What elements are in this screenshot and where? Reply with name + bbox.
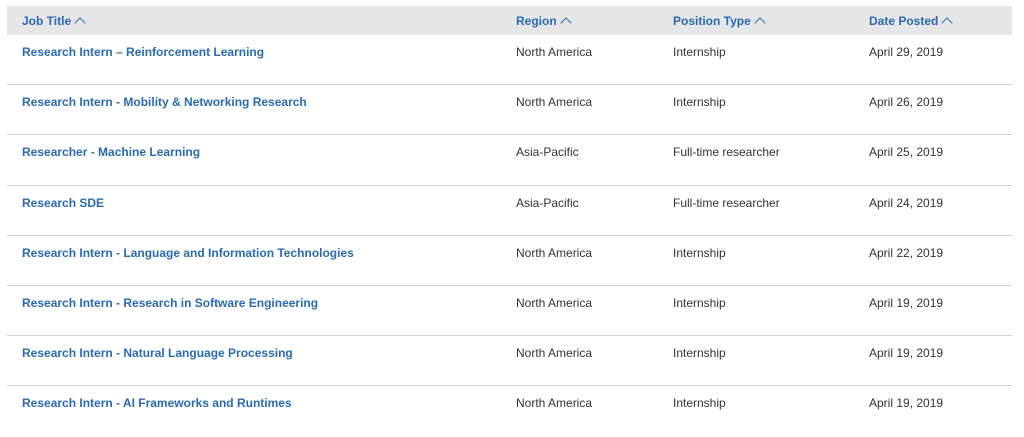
- table-row: Research Intern - Language and Informati…: [7, 236, 1012, 286]
- table-row: Research Intern - Natural Language Proce…: [7, 336, 1012, 387]
- job-title-link[interactable]: Research Intern - Natural Language Proce…: [22, 346, 293, 360]
- table-row: Researcher - Machine Learning Asia-Pacif…: [7, 135, 1012, 186]
- position-type-cell: Internship: [673, 295, 726, 310]
- job-title-link[interactable]: Research Intern - Mobility & Networking …: [22, 95, 307, 109]
- date-posted-cell: April 24, 2019: [869, 195, 944, 210]
- chevron-up-icon: [754, 16, 766, 29]
- region-cell: North America: [516, 396, 593, 411]
- region-cell: North America: [516, 95, 593, 110]
- position-type-cell: Internship: [673, 346, 726, 361]
- region-cell: North America: [516, 295, 593, 310]
- region-cell: Asia-Pacific: [516, 195, 579, 210]
- position-type-cell: Internship: [673, 45, 726, 59]
- position-type-cell: Internship: [673, 95, 726, 110]
- position-type-cell: Internship: [673, 396, 726, 411]
- sort-region-button[interactable]: Region: [516, 13, 572, 29]
- region-cell: North America: [516, 346, 593, 361]
- header-date-posted: Date Posted: [869, 13, 939, 28]
- header-region: Region: [516, 13, 557, 28]
- table-row: Research Intern - AI Frameworks and Runt…: [7, 386, 1012, 436]
- sort-job-title-button[interactable]: Job Title: [22, 13, 86, 29]
- job-title-link[interactable]: Research SDE: [22, 196, 104, 210]
- table-header: Job Title Region Position Type Date Post…: [7, 6, 1012, 35]
- position-type-cell: Full-time researcher: [673, 195, 780, 210]
- job-title-link[interactable]: Research Intern - Language and Informati…: [22, 246, 354, 260]
- job-title-link[interactable]: Research Intern – Reinforcement Learning: [22, 45, 264, 59]
- position-type-cell: Full-time researcher: [673, 145, 780, 160]
- table-row: Research Intern - Mobility & Networking …: [7, 85, 1012, 136]
- job-title-link[interactable]: Research Intern - Research in Software E…: [22, 296, 318, 310]
- date-posted-cell: April 19, 2019: [869, 346, 944, 361]
- region-cell: North America: [516, 245, 593, 260]
- table-row: Research Intern – Reinforcement Learning…: [7, 35, 1012, 86]
- table-row: Research SDE Asia-Pacific Full-time rese…: [7, 186, 1012, 236]
- region-cell: North America: [516, 45, 593, 59]
- position-type-cell: Internship: [673, 245, 726, 260]
- date-posted-cell: April 19, 2019: [869, 396, 944, 411]
- date-posted-cell: April 22, 2019: [869, 245, 944, 260]
- table-body: Research Intern – Reinforcement Learning…: [7, 35, 1012, 437]
- chevron-up-icon: [941, 16, 954, 29]
- region-cell: Asia-Pacific: [516, 145, 579, 160]
- sort-date-posted-button[interactable]: Date Posted: [869, 13, 954, 29]
- date-posted-cell: April 26, 2019: [869, 95, 944, 110]
- date-posted-cell: April 25, 2019: [869, 145, 944, 160]
- header-job-title: Job Title: [22, 13, 72, 28]
- table-row: Research Intern - Research in Software E…: [7, 286, 1012, 337]
- header-position-type: Position Type: [673, 13, 751, 28]
- job-title-link[interactable]: Researcher - Machine Learning: [22, 145, 200, 159]
- date-posted-cell: April 29, 2019: [869, 45, 944, 59]
- date-posted-cell: April 19, 2019: [869, 295, 944, 310]
- chevron-up-icon: [560, 16, 572, 29]
- sort-position-type-button[interactable]: Position Type: [673, 13, 766, 29]
- chevron-up-icon: [74, 16, 86, 29]
- jobs-table: Job Title Region Position Type Date Post…: [7, 6, 1012, 437]
- job-title-link[interactable]: Research Intern - AI Frameworks and Runt…: [22, 396, 292, 410]
